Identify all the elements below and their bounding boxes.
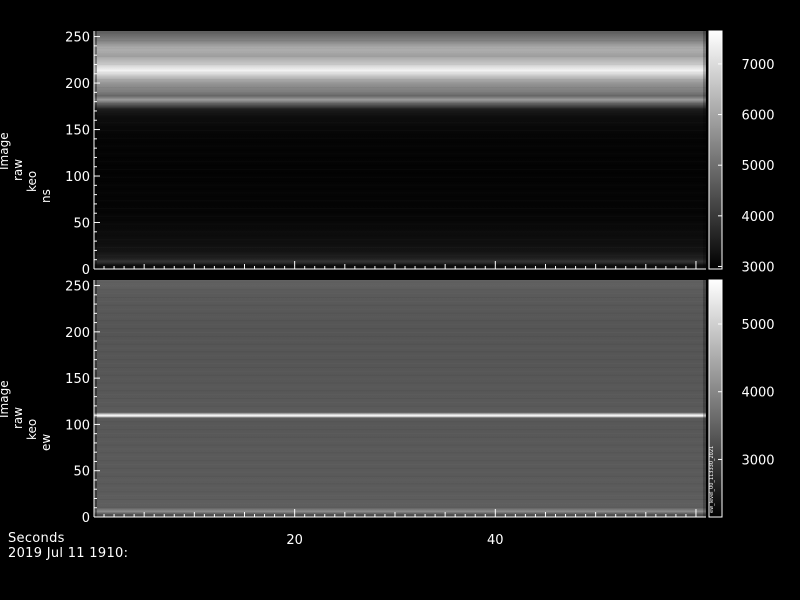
y-label-line: Image [0, 380, 11, 418]
y-tick-label: 50 [73, 465, 90, 480]
colorbar-tick-label: 5000 [741, 318, 774, 333]
y-label-line: raw [11, 159, 25, 181]
colorbar-tick-label: 7000 [741, 58, 774, 73]
colorbar-tick-label: 4000 [741, 210, 774, 225]
y-label-line: ew [39, 434, 53, 451]
y-tick-label: 0 [82, 511, 90, 526]
y-tick-label: 0 [82, 263, 90, 278]
y-label-line: raw [11, 407, 25, 429]
x-axis: 20 40 [286, 533, 503, 548]
colorbar-gradient [708, 30, 723, 270]
y-label-line: ns [39, 189, 53, 203]
y-tick-label: 250 [65, 31, 90, 46]
colorbar-tick-label: 3000 [741, 260, 774, 275]
colorbar-tick-label: 6000 [741, 109, 774, 124]
colorbar: 3000 4000 5000 6000 7000 [708, 30, 775, 275]
y-tick-label: 150 [65, 124, 90, 139]
keogram-panel-2: 0 50 100 150 200 250 Imagerawkeoew 3000 4000 5000… [0, 279, 775, 526]
date-label: 2019 Jul 11 1910: [8, 546, 129, 561]
y-tick-label: 250 [65, 280, 90, 295]
y-tick-label: 200 [65, 77, 90, 92]
y-tick-label: 50 [73, 217, 90, 232]
colorbar-tick-label: 3000 [741, 453, 774, 468]
x-tick-label: 40 [487, 533, 504, 548]
y-axis-label: Imagerawkeoew [0, 380, 53, 451]
y-tick-label: 100 [65, 418, 90, 433]
y-label-line: keo [25, 171, 39, 192]
x-tick-label: 20 [286, 533, 303, 548]
y-tick-label: 150 [65, 372, 90, 387]
x-axis-label: Seconds [8, 531, 65, 546]
keogram-panel-1: 0 50 100 150 200 250 Imagerawkeons 3000 4000 5000… [0, 30, 775, 278]
colorbar-side-text: ew_level_00_113330_2021 [709, 446, 715, 513]
keogram-figure: 050100150200250Imagerawkeons300040005000… [0, 30, 775, 548]
y-tick-label: 200 [65, 326, 90, 341]
colorbar: 3000 4000 5000 ew_level_00_113330_2021 [708, 279, 775, 518]
colorbar-tick-label: 5000 [741, 159, 774, 174]
colorbar-tick-label: 4000 [741, 386, 774, 401]
y-label-line: keo [25, 419, 39, 440]
y-tick-label: 100 [65, 170, 90, 185]
y-axis-label: Imagerawkeons [0, 132, 53, 203]
y-label-line: Image [0, 132, 11, 170]
